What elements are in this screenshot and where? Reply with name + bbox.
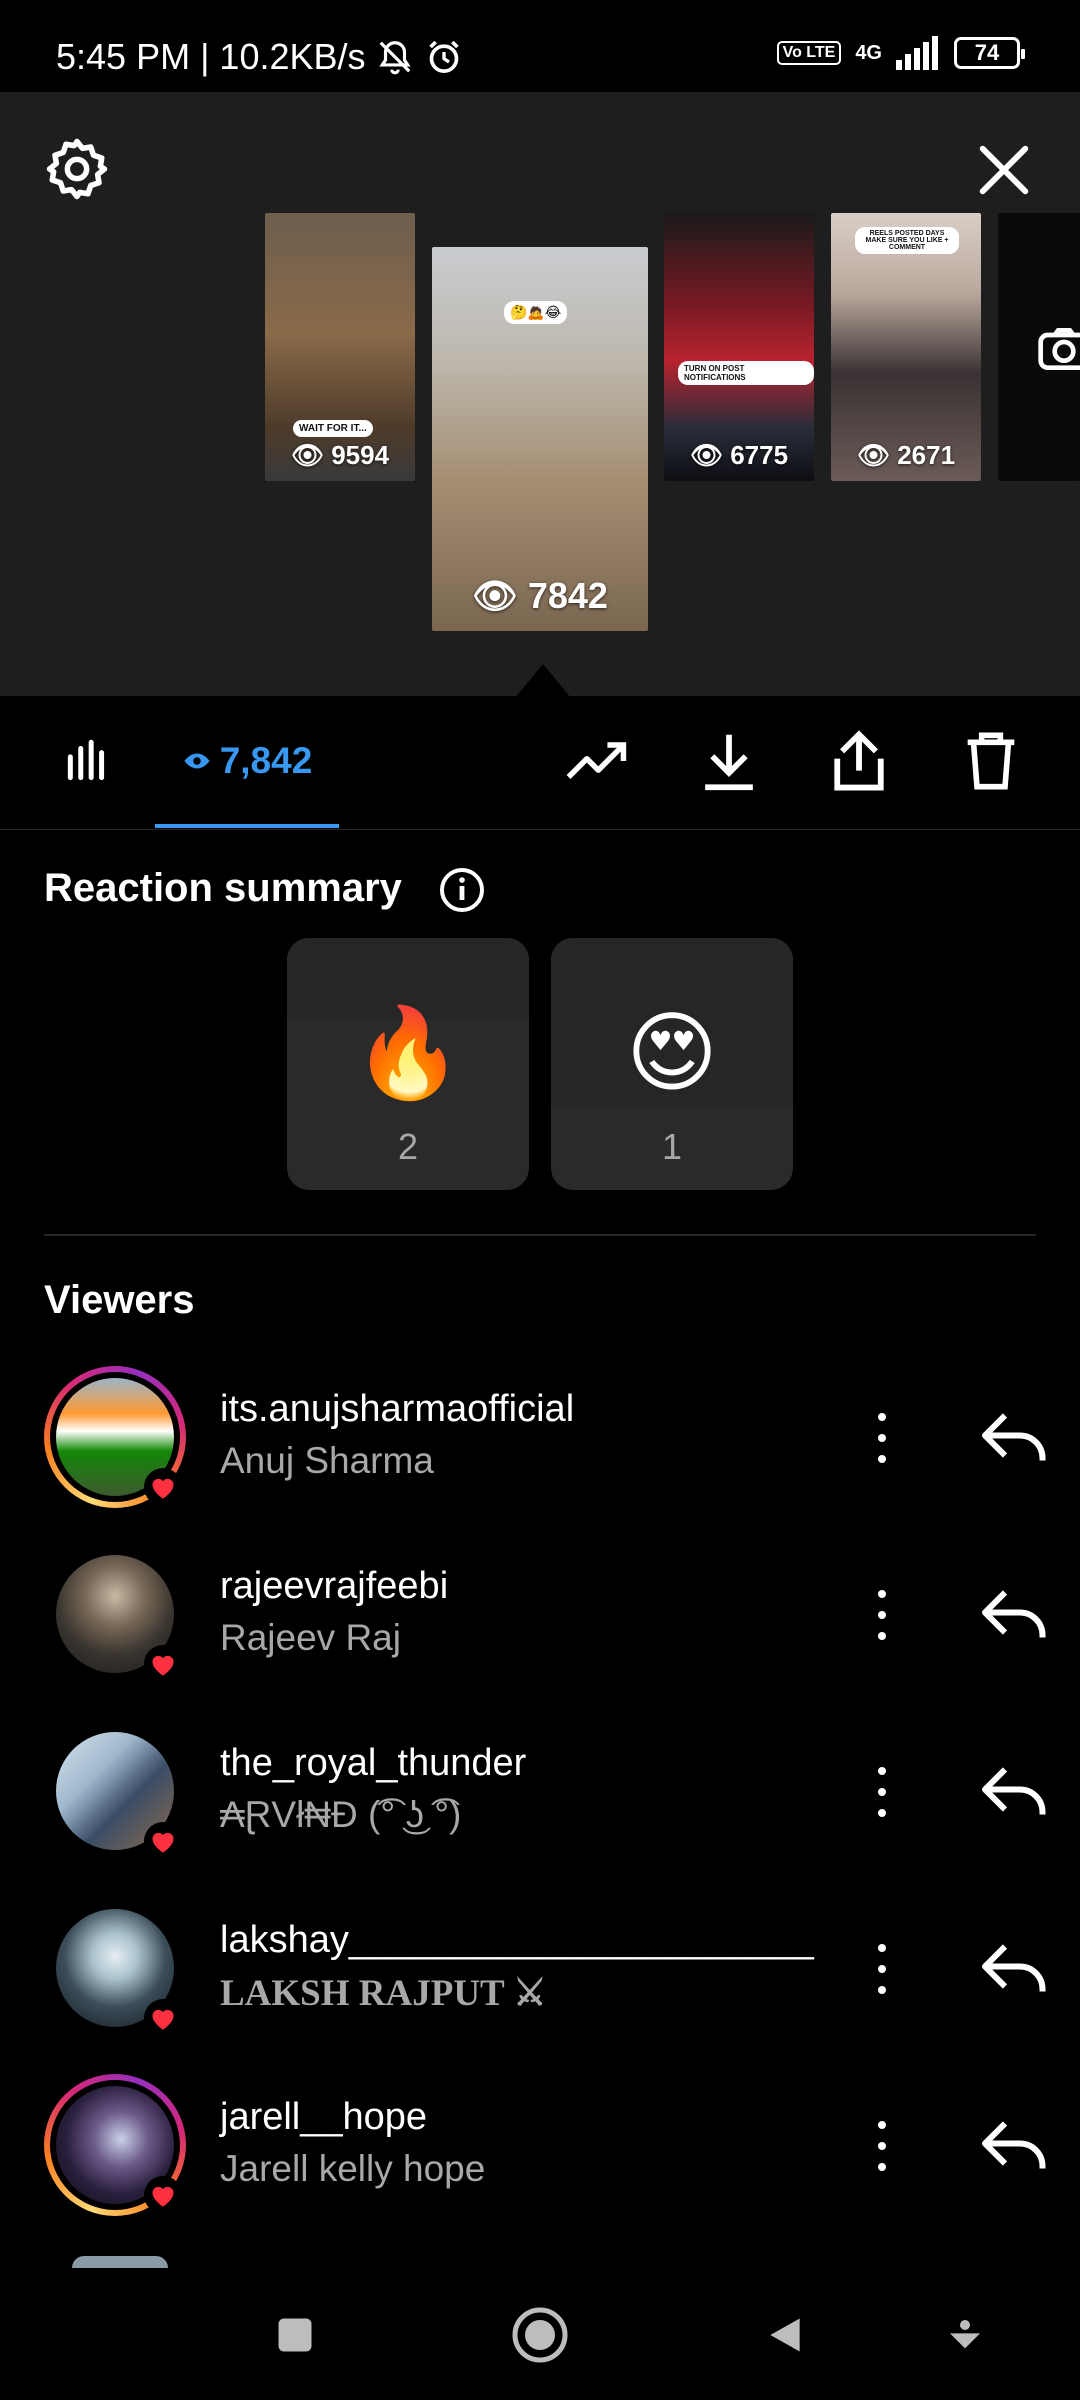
avatar[interactable] xyxy=(44,1543,186,1685)
share-icon xyxy=(834,730,884,791)
settings-gear-icon[interactable] xyxy=(44,136,110,202)
story-caption: REELS POSTED DAYS MAKE SURE YOU LIKE + C… xyxy=(855,227,959,254)
reply-icon[interactable] xyxy=(980,1937,1050,2001)
viewer-row[interactable]: the_royal_thunder ₳ⱤVł₦Đ (͡° ͜ʖ ͡°) xyxy=(0,1710,1080,1886)
trending-up-icon xyxy=(566,742,627,779)
trash-icon xyxy=(967,732,1015,790)
story-view-count: 👁 9594 xyxy=(290,440,390,470)
more-options-icon[interactable] xyxy=(862,1406,902,1470)
viewer-full-name: Rajeev Raj xyxy=(220,1617,401,1658)
story-view-count: 👁 6775 xyxy=(689,440,789,470)
download-icon xyxy=(705,734,753,791)
heart-reaction-icon xyxy=(144,1645,182,1683)
viewer-username[interactable]: lakshay______________________ xyxy=(220,1919,814,1962)
viewer-username[interactable]: its.anujsharmaofficial xyxy=(220,1388,574,1431)
share-button[interactable] xyxy=(824,726,894,796)
more-options-icon[interactable] xyxy=(862,1937,902,2001)
viewer-full-name: Anuj Sharma xyxy=(220,1440,434,1481)
status-bar: 5:45 PM | 10.2KB/s Vo LTE 4G 74 xyxy=(0,0,1080,92)
story-thumbnail[interactable]: TURN ON POST NOTIFICATIONS 👁 6775 xyxy=(664,213,814,481)
recents-button[interactable] xyxy=(260,2300,330,2370)
viewers-count: 7,842 xyxy=(219,740,313,781)
story-view-count: 👁 7842 xyxy=(472,575,608,616)
viewer-username[interactable]: jarell__hope xyxy=(220,2096,427,2139)
reply-icon[interactable] xyxy=(980,1406,1050,1470)
status-time-speed: 5:45 PM | 10.2KB/s xyxy=(56,36,366,77)
heart-eyes-emoji: 😍 xyxy=(626,1003,718,1102)
reaction-count: 2 xyxy=(397,1126,419,1167)
heart-reaction-icon xyxy=(144,1822,182,1860)
viewers-title: Viewers xyxy=(44,1278,195,1322)
reaction-card-heart-eyes[interactable]: 😍 1 xyxy=(551,938,793,1190)
status-left: 5:45 PM | 10.2KB/s xyxy=(56,36,464,78)
eye-icon xyxy=(184,753,210,769)
camera-icon xyxy=(1038,328,1080,370)
reaction-summary-title: Reaction summary xyxy=(44,866,402,910)
more-options-icon[interactable] xyxy=(862,2114,902,2178)
reply-icon[interactable] xyxy=(980,1760,1050,1824)
avatar[interactable] xyxy=(44,1897,186,2039)
story-caption: WAIT FOR IT... xyxy=(293,420,373,437)
story-thumbnail[interactable]: REELS POSTED DAYS MAKE SURE YOU LIKE + C… xyxy=(831,213,981,481)
story-carousel: WAIT FOR IT... 👁 9594 🤔🙇😂 👁 7842 TURN ON… xyxy=(0,92,1080,698)
viewer-row[interactable]: its.anujsharmaofficial Anuj Sharma xyxy=(0,1356,1080,1532)
more-options-icon[interactable] xyxy=(862,1760,902,1824)
insights-toolbar: 7,842 xyxy=(0,696,1080,830)
avatar[interactable] xyxy=(44,1366,186,1508)
story-thumbnail-selected[interactable]: 🤔🙇😂 👁 7842 xyxy=(432,247,648,631)
more-options-icon[interactable] xyxy=(862,1583,902,1647)
avatar[interactable] xyxy=(72,2256,168,2268)
viewers-tab[interactable]: 7,842 xyxy=(155,726,339,796)
heart-reaction-icon xyxy=(144,1468,182,1506)
bar-chart-icon xyxy=(67,739,105,781)
home-circle-icon xyxy=(512,2307,568,2363)
reply-icon[interactable] xyxy=(980,1583,1050,1647)
viewer-username[interactable]: rajeevrajfeebi xyxy=(220,1565,448,1608)
viewer-row[interactable]: lakshay______________________ LAKSH RAJP… xyxy=(0,1887,1080,2063)
heart-reaction-icon xyxy=(144,2176,182,2214)
viewer-full-name: ₳ⱤVł₦Đ (͡° ͜ʖ ͡°) xyxy=(220,1794,462,1835)
avatar[interactable] xyxy=(44,2074,186,2216)
insights-tab[interactable] xyxy=(52,726,122,796)
reaction-count: 1 xyxy=(661,1126,683,1167)
fire-emoji: 🔥 xyxy=(353,1003,463,1102)
signal-icon xyxy=(896,36,938,70)
reply-icon[interactable] xyxy=(980,2114,1050,2178)
viewer-username[interactable]: the_royal_thunder xyxy=(220,1742,526,1785)
system-navigation-bar xyxy=(0,2268,1080,2400)
network-type: 4G xyxy=(855,41,882,64)
square-icon xyxy=(278,2318,312,2352)
viewer-full-name: Jarell kelly hope xyxy=(220,2148,486,2189)
back-triangle-icon xyxy=(770,2318,800,2352)
home-button[interactable] xyxy=(505,2300,575,2370)
info-icon[interactable] xyxy=(438,866,486,914)
story-caption: TURN ON POST NOTIFICATIONS xyxy=(678,361,814,385)
battery-indicator: 74 xyxy=(954,37,1025,69)
status-right: Vo LTE 4G 74 xyxy=(776,36,1025,70)
viewer-row[interactable]: jarell__hope Jarell kelly hope xyxy=(0,2064,1080,2240)
heart-reaction-icon xyxy=(144,1999,182,2037)
reaction-card-fire[interactable]: 🔥 2 xyxy=(287,938,529,1190)
chevron-down-icon xyxy=(950,2320,980,2349)
section-divider xyxy=(44,1234,1036,1236)
active-tab-indicator xyxy=(155,824,339,828)
avatar[interactable] xyxy=(44,1720,186,1862)
viewer-row[interactable]: rajeevrajfeebi Rajeev Raj xyxy=(0,1533,1080,1709)
download-button[interactable] xyxy=(694,726,764,796)
alarm-icon xyxy=(428,40,459,73)
story-caption: 🤔🙇😂 xyxy=(504,301,568,324)
viewer-full-name: LAKSH RAJPUT ⚔ xyxy=(220,1973,547,2014)
back-button[interactable] xyxy=(750,2300,820,2370)
add-story-thumbnail[interactable] xyxy=(998,213,1080,481)
volte-icon: Vo LTE xyxy=(776,41,842,65)
selection-pointer xyxy=(515,664,571,698)
mute-notification-icon xyxy=(378,41,411,75)
delete-button[interactable] xyxy=(956,726,1026,796)
nav-menu-button[interactable] xyxy=(930,2300,1000,2370)
promote-button[interactable] xyxy=(558,726,634,796)
story-thumbnail[interactable]: WAIT FOR IT... 👁 9594 xyxy=(265,213,415,481)
close-icon[interactable] xyxy=(972,138,1036,202)
story-view-count: 👁 2671 xyxy=(856,440,956,470)
